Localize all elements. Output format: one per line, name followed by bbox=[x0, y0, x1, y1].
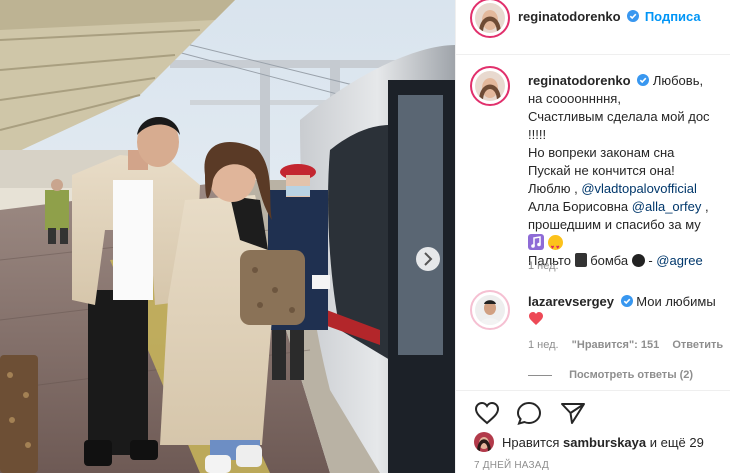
caption-line: Любовь, bbox=[652, 73, 704, 88]
comment-row: lazarevsergey Мои любимы bbox=[528, 294, 716, 309]
music-note-emoji-icon bbox=[528, 234, 544, 250]
header-username[interactable]: reginatodorenko bbox=[518, 9, 621, 24]
bomb-emoji-icon bbox=[631, 254, 645, 267]
comment-text: Мои любимы bbox=[636, 294, 716, 309]
liker-avatar[interactable] bbox=[474, 432, 494, 452]
next-photo-button[interactable] bbox=[416, 247, 440, 271]
header-divider bbox=[456, 54, 730, 55]
caption-line: бомба bbox=[590, 253, 629, 268]
follow-button[interactable]: Подписа bbox=[645, 9, 701, 24]
caption-line: !!!!! bbox=[528, 127, 547, 142]
comment-meta: 1 нед. "Нравится": 151 Ответить bbox=[528, 339, 723, 351]
caption-line: прошедшим и спасибо за му bbox=[528, 217, 701, 232]
comment-avatar[interactable] bbox=[470, 290, 510, 330]
view-replies-row[interactable]: Посмотреть ответы (2) bbox=[528, 369, 693, 381]
mention-link[interactable]: @alla_orfey bbox=[632, 199, 702, 214]
header-avatar[interactable] bbox=[470, 0, 510, 38]
post-sidebar: reginatodorenko Подписа reginatodorenko bbox=[455, 0, 730, 473]
comment-likes[interactable]: "Нравится": 151 bbox=[572, 339, 660, 351]
emoji-row: ♥ ♥ bbox=[528, 234, 728, 252]
reply-button[interactable]: Ответить bbox=[672, 339, 723, 351]
verified-icon bbox=[620, 295, 633, 307]
verified-icon bbox=[637, 74, 650, 86]
caption-line: Алла Борисовна bbox=[528, 199, 629, 214]
photo-graphic bbox=[0, 0, 455, 473]
coat-emoji-icon bbox=[574, 253, 587, 267]
caption-line: на сооооннння, bbox=[528, 91, 621, 106]
caption-time[interactable]: 1 нед. bbox=[528, 260, 559, 272]
avatar-icon bbox=[475, 71, 505, 101]
actions-divider bbox=[456, 390, 730, 391]
caption-line: Пускай не кончится она! bbox=[528, 163, 675, 178]
caption-line: Счастливым сделала мой дос bbox=[528, 109, 710, 124]
red-heart-emoji-icon bbox=[529, 312, 543, 325]
verified-icon bbox=[627, 10, 640, 22]
likes-prefix: Нравится bbox=[502, 435, 560, 450]
caption-text: reginatodorenko Любовь, на сооооннння, С… bbox=[528, 72, 728, 270]
avatar-icon bbox=[475, 3, 505, 33]
share-plane-icon[interactable] bbox=[560, 401, 586, 425]
likes-suffix[interactable]: и ещё 29 bbox=[650, 435, 704, 450]
like-heart-icon[interactable] bbox=[474, 401, 500, 425]
mention-link[interactable]: @vladtopalovofficial bbox=[581, 181, 697, 196]
caption-line: Люблю , bbox=[528, 181, 578, 196]
liker-username[interactable]: samburskaya bbox=[563, 435, 646, 450]
caption-username[interactable]: reginatodorenko bbox=[528, 73, 631, 88]
caption-avatar[interactable] bbox=[470, 66, 510, 106]
post-date[interactable]: 7 ДНЕЙ НАЗАД bbox=[474, 460, 549, 471]
post-photo[interactable] bbox=[0, 0, 455, 473]
header-username-row: reginatodorenko Подписа bbox=[518, 9, 701, 24]
heart-eyes-emoji-icon: ♥ ♥ bbox=[547, 235, 563, 251]
comment-username[interactable]: lazarevsergey bbox=[528, 294, 614, 309]
comment-time[interactable]: 1 нед. bbox=[528, 339, 559, 351]
mention-link[interactable]: @agree bbox=[656, 253, 702, 268]
likes-summary: Нравится samburskaya и ещё 29 bbox=[502, 435, 704, 450]
caption-line: Но вопреки законам сна bbox=[528, 145, 675, 160]
comment-bubble-icon[interactable] bbox=[516, 401, 542, 425]
avatar-icon bbox=[475, 295, 505, 325]
avatar-icon bbox=[474, 432, 494, 452]
view-replies-button[interactable]: Посмотреть ответы (2) bbox=[569, 369, 693, 381]
replies-line bbox=[528, 374, 552, 376]
